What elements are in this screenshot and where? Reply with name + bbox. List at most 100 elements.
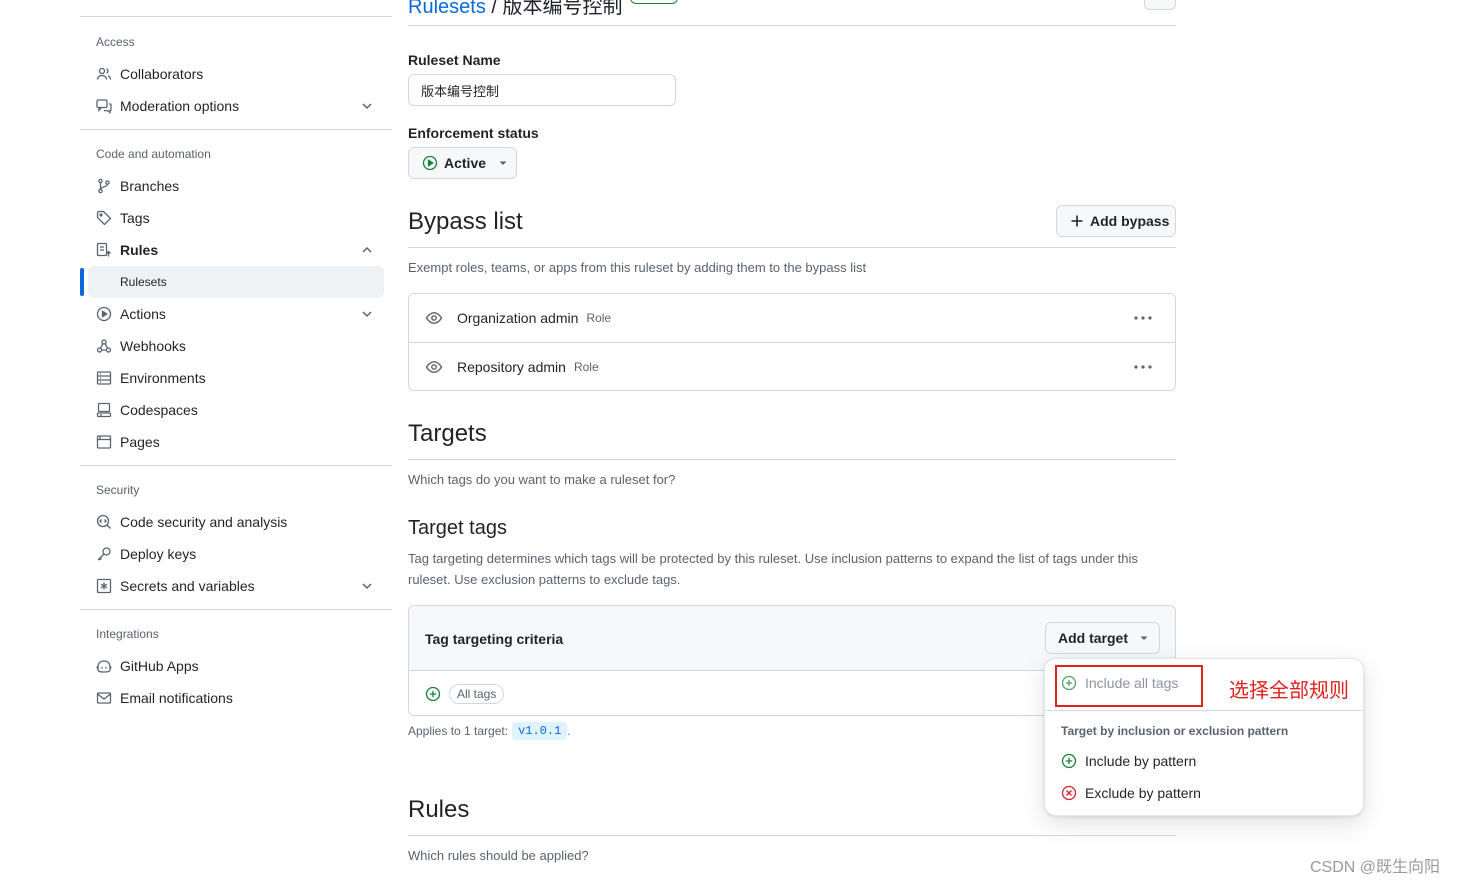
browser-icon	[96, 434, 112, 450]
sidebar-item-label: Webhooks	[120, 338, 186, 354]
sidebar-group-code-automation: Code and automation	[96, 147, 211, 161]
rules-description: Which rules should be applied?	[408, 848, 589, 863]
exclude-by-pattern-label: Exclude by pattern	[1085, 785, 1201, 801]
bypass-list-heading: Bypass list	[408, 208, 523, 235]
sidebar-item-label: Rulesets	[120, 275, 167, 289]
sidebar-item-branches[interactable]: Branches	[88, 171, 384, 201]
sidebar-divider	[80, 609, 392, 610]
status-badge	[630, 0, 678, 4]
sidebar-item-webhooks[interactable]: Webhooks	[88, 331, 384, 361]
play-circle-icon	[96, 306, 112, 322]
exclude-by-pattern-option[interactable]: Exclude by pattern	[1051, 777, 1359, 809]
codespaces-icon	[96, 402, 112, 418]
sidebar-item-code-security[interactable]: Code security and analysis	[88, 507, 384, 537]
chevron-down-icon	[360, 99, 374, 113]
enforcement-status-dropdown[interactable]: Active	[408, 147, 517, 179]
chevron-down-icon	[360, 579, 374, 593]
eye-icon	[425, 358, 443, 376]
target-tags-heading: Target tags	[408, 517, 507, 539]
breadcrumb-current: 版本编号控制	[502, 0, 623, 18]
header-menu-button[interactable]	[1144, 0, 1176, 10]
bypass-description: Exempt roles, teams, or apps from this r…	[408, 260, 867, 275]
sidebar-item-email-notifications[interactable]: Email notifications	[88, 683, 384, 713]
settings-sidebar: Access Collaborators Moderation options …	[80, 0, 392, 882]
sidebar-group-security: Security	[96, 483, 140, 497]
sidebar-item-actions[interactable]: Actions	[88, 299, 384, 329]
rules-heading: Rules	[408, 796, 470, 823]
sidebar-item-collaborators[interactable]: Collaborators	[88, 59, 384, 89]
triangle-down-icon	[498, 158, 508, 168]
chevron-down-icon	[360, 307, 374, 321]
sidebar-item-label: Branches	[120, 178, 180, 194]
sidebar-item-label: Secrets and variables	[120, 578, 255, 594]
kebab-horizontal-icon[interactable]	[1133, 359, 1153, 375]
include-by-pattern-option[interactable]: Include by pattern	[1051, 745, 1359, 777]
bypass-actor-name: Organization admin	[457, 310, 579, 326]
sidebar-item-label: Environments	[120, 370, 206, 386]
webhook-icon	[96, 338, 112, 354]
breadcrumb-parent-link[interactable]: Rulesets	[408, 0, 486, 18]
sidebar-item-label: Deploy keys	[120, 546, 197, 562]
menu-group-title: Target by inclusion or exclusion pattern	[1061, 724, 1289, 738]
bypass-row: Organization admin Role	[409, 294, 1175, 342]
bypass-actor-name: Repository admin	[457, 358, 566, 375]
watermark: CSDN @既生向阳	[1310, 859, 1441, 876]
sidebar-item-codespaces[interactable]: Codespaces	[88, 395, 384, 425]
sidebar-divider	[80, 129, 392, 130]
enforcement-status-value: Active	[444, 155, 487, 171]
sidebar-item-pages[interactable]: Pages	[88, 427, 384, 457]
bypass-actor-type: Role	[573, 359, 599, 374]
sidebar-group-access: Access	[96, 35, 135, 49]
sidebar-item-rules[interactable]: Rules	[88, 235, 384, 265]
criteria-chip: All tags	[449, 683, 505, 704]
sidebar-item-environments[interactable]: Environments	[88, 363, 384, 393]
add-bypass-button[interactable]: Add bypass	[1056, 205, 1176, 237]
plus-circle-icon	[1061, 753, 1077, 769]
bypass-list: Organization admin Role Repository admin…	[408, 293, 1176, 391]
sidebar-item-label: Rules	[120, 242, 159, 258]
sidebar-item-tags[interactable]: Tags	[88, 203, 384, 233]
asterisk-box-icon	[96, 578, 112, 594]
chevron-up-icon	[360, 243, 374, 257]
annotation-text: 选择全部规则	[1229, 680, 1349, 702]
breadcrumb-separator: /	[485, 0, 503, 18]
sidebar-item-deploy-keys[interactable]: Deploy keys	[88, 539, 384, 569]
plus-icon	[1070, 214, 1084, 228]
add-target-button[interactable]: Add target	[1045, 622, 1160, 654]
applies-to-summary: Applies to 1 target: v1.0.1 .	[408, 722, 571, 740]
codescan-icon	[96, 514, 112, 530]
sidebar-item-label: Codespaces	[120, 402, 198, 418]
sidebar-item-label: Code security and analysis	[120, 514, 288, 530]
targets-description: Which tags do you want to make a ruleset…	[408, 472, 676, 487]
active-indicator	[80, 268, 84, 296]
sidebar-item-github-apps[interactable]: GitHub Apps	[88, 651, 384, 681]
sidebar-item-moderation-options[interactable]: Moderation options	[88, 91, 384, 121]
sidebar-item-label: GitHub Apps	[120, 658, 199, 674]
repo-push-icon	[96, 242, 112, 258]
eye-icon	[425, 309, 443, 327]
header-divider	[408, 25, 1176, 26]
applies-suffix: .	[567, 724, 571, 738]
kebab-horizontal-icon[interactable]	[1133, 310, 1153, 326]
include-by-pattern-label: Include by pattern	[1085, 753, 1197, 769]
section-divider	[408, 459, 1176, 460]
tag-targeting-title: Tag targeting criteria	[425, 631, 564, 647]
copilot-icon	[96, 658, 112, 674]
section-divider	[408, 835, 1176, 836]
sidebar-item-label: Tags	[120, 210, 150, 226]
menu-divider	[1045, 710, 1363, 711]
sidebar-item-label: Actions	[120, 306, 166, 322]
targets-heading: Targets	[408, 420, 487, 447]
target-tags-description: Tag targeting determines which tags will…	[408, 551, 1138, 587]
applies-target-code: v1.0.1	[512, 722, 568, 740]
sidebar-divider	[80, 465, 392, 466]
ruleset-name-input[interactable]	[408, 74, 676, 106]
key-icon	[96, 546, 112, 562]
sidebar-item-secrets-variables[interactable]: Secrets and variables	[88, 571, 384, 601]
ruleset-name-label: Ruleset Name	[408, 52, 501, 68]
triangle-down-icon	[1139, 633, 1149, 643]
sidebar-item-label: Pages	[120, 434, 160, 450]
add-bypass-label: Add bypass	[1090, 213, 1170, 229]
x-circle-icon	[1061, 785, 1077, 801]
sidebar-item-rulesets[interactable]: Rulesets	[88, 266, 384, 298]
